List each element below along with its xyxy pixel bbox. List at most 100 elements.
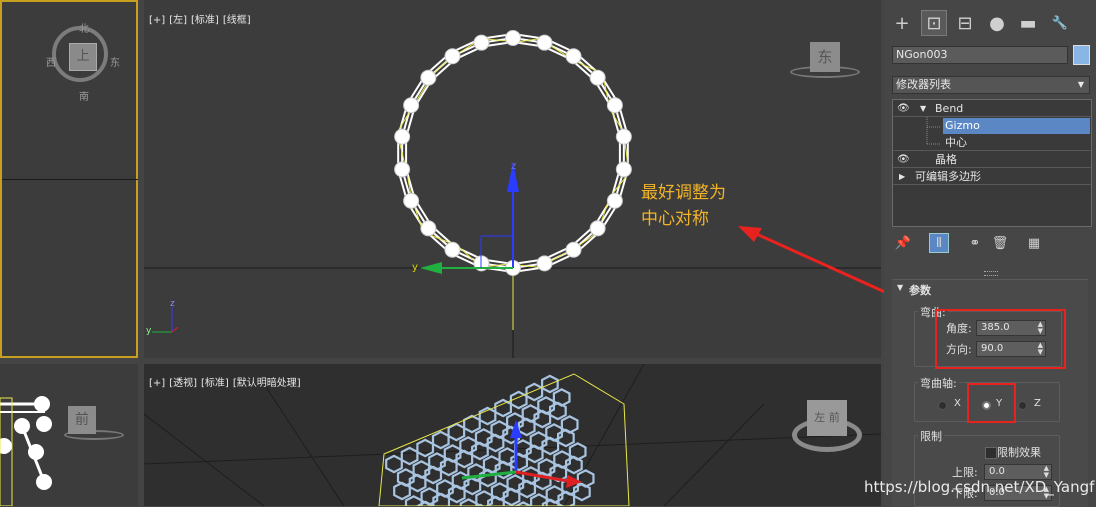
object-name-field[interactable]: NGon003 [892,46,1068,64]
gizmo-y-label: y [412,262,418,273]
annotation-text-line2: 中心对称 [641,209,709,229]
compass-south: 南 [79,92,89,103]
modifier-stack[interactable]: 👁 ▼ Bend Gizmo 中心 👁 晶格 ▶ 可编辑多边形 [892,99,1092,227]
ring-node [589,220,606,237]
compass-east: 东 [110,58,120,69]
ring-node [444,241,461,258]
viewcube-front[interactable]: 前 [64,404,124,444]
viewcube-face-persp[interactable]: 左 前 [807,400,847,436]
viewport-left-scene: z y z y [144,30,881,358]
ring-node [589,69,606,86]
viewport-perspective[interactable]: [+] [透视] [标准] [默认明暗处理] 左 前 [144,364,881,506]
ring-node [565,48,582,65]
viewport-top[interactable]: 上 北 南 西 东 [0,0,138,358]
ring-node [34,396,50,412]
object-color-swatch[interactable] [1073,45,1090,65]
highlight-box-axis [967,383,1016,423]
hierarchy-tab[interactable]: ⊟ [952,10,978,36]
stack-item-editable-poly[interactable]: ▶ 可编辑多边形 [893,169,1091,185]
watermark: https://blog.csdn.net/XD_Yangf [864,478,1095,496]
gizmo-z-label: z [511,161,516,172]
make-unique-icon[interactable]: ⚭ [965,233,985,253]
viewport-menu-view[interactable]: [透视] [169,378,197,389]
ring-node [420,220,437,237]
spinner-arrows-icon[interactable]: ▲ ▼ [1044,465,1049,479]
limit-group-label: 限制 [918,428,944,444]
limit-effect-checkbox[interactable] [985,447,997,459]
ring-node [536,34,553,51]
grid-line-h [2,179,138,180]
tube-cell [475,490,494,506]
expand-icon[interactable]: ▶ [899,169,905,185]
ring-node [394,161,411,178]
remove-modifier-icon[interactable]: 🗑 [990,233,1010,253]
motion-icon: ● [989,12,1005,34]
stack-item-label: 可编辑多边形 [915,170,981,183]
ring-node [473,34,490,51]
show-end-result-icon[interactable]: Ⅱ [929,233,949,253]
plus-icon: + [894,12,910,34]
grid-line [144,433,881,465]
tube-cell [393,481,411,501]
ring-node [606,192,623,209]
panel-divider[interactable] [984,271,998,276]
viewport-menu-shading[interactable]: [默认明暗处理] [233,378,301,389]
display-icon: ▬ [1019,12,1037,34]
tube-cell [459,498,478,506]
tube-cell [525,382,544,402]
world-axis-x [171,326,179,333]
lattice-tube [385,374,595,506]
viewport-front[interactable]: 前 [0,364,138,506]
tube-cell [416,438,435,458]
viewcube-left[interactable]: 东 [790,40,860,80]
ring-node [606,97,623,114]
tube-cell [494,398,513,418]
ring-node [403,192,420,209]
rollout-toggle-icon[interactable]: ▼ [897,283,903,292]
viewcube-perspective[interactable]: 左 前 [792,394,862,456]
ring-node [36,474,52,490]
viewcube-face-east[interactable]: 东 [810,42,840,72]
world-axis-z-label: z [170,299,175,309]
ring-node [0,438,12,454]
axis-x-radio[interactable] [938,401,947,410]
viewcube-face-top[interactable]: 上 [69,43,97,71]
display-tab[interactable]: ▬ [1015,10,1041,36]
gizmo-y-arrow [420,262,442,274]
ring-node [615,128,632,145]
configure-sets-icon[interactable]: ▦ [1024,233,1044,253]
motion-tab[interactable]: ● [984,10,1010,36]
axis-z-radio[interactable] [1018,401,1027,410]
modify-tab[interactable]: ⊡ [921,10,947,36]
stack-tree-lines [926,117,941,145]
viewport-menu-plus[interactable]: [+] [149,378,165,389]
ring-node [615,161,632,178]
ring-node [505,30,521,46]
ring-node [444,48,461,65]
tube-cell [400,446,419,466]
utilities-tab[interactable]: 🔧 [1047,10,1073,36]
create-tab[interactable]: + [889,10,915,36]
axis-z-label: Z [1034,398,1041,409]
axis-x-label: X [954,398,961,409]
ring-node [536,255,553,272]
utilities-icon: 🔧 [1051,15,1069,31]
compass-west: 西 [46,58,56,69]
ring-node [14,418,30,434]
rollout-title[interactable]: 参数 [909,282,931,298]
viewport-perspective-label[interactable]: [+] [透视] [标准] [默认明暗处理] [149,374,305,389]
grid-line [263,383,345,506]
modifier-list-dropdown[interactable]: 修改器列表 ▼ [892,76,1090,94]
grid-line [563,364,645,506]
viewport-menu-mode[interactable]: [标准] [201,378,229,389]
modify-icon: ⊡ [926,12,942,34]
pin-stack-icon[interactable]: 📌 [893,233,913,253]
compass-north: 北 [79,24,89,35]
tube-cell [385,454,403,474]
ring-node [394,128,411,145]
ring-node [565,241,582,258]
annotation-text-line1: 最好调整为 [641,183,726,203]
axis-group-label: 弯曲轴: [918,375,959,391]
viewcube-face-front[interactable]: 前 [68,406,96,434]
viewport-left[interactable]: [+] [左] [标准] [线框] z y z y 东 [144,0,881,358]
